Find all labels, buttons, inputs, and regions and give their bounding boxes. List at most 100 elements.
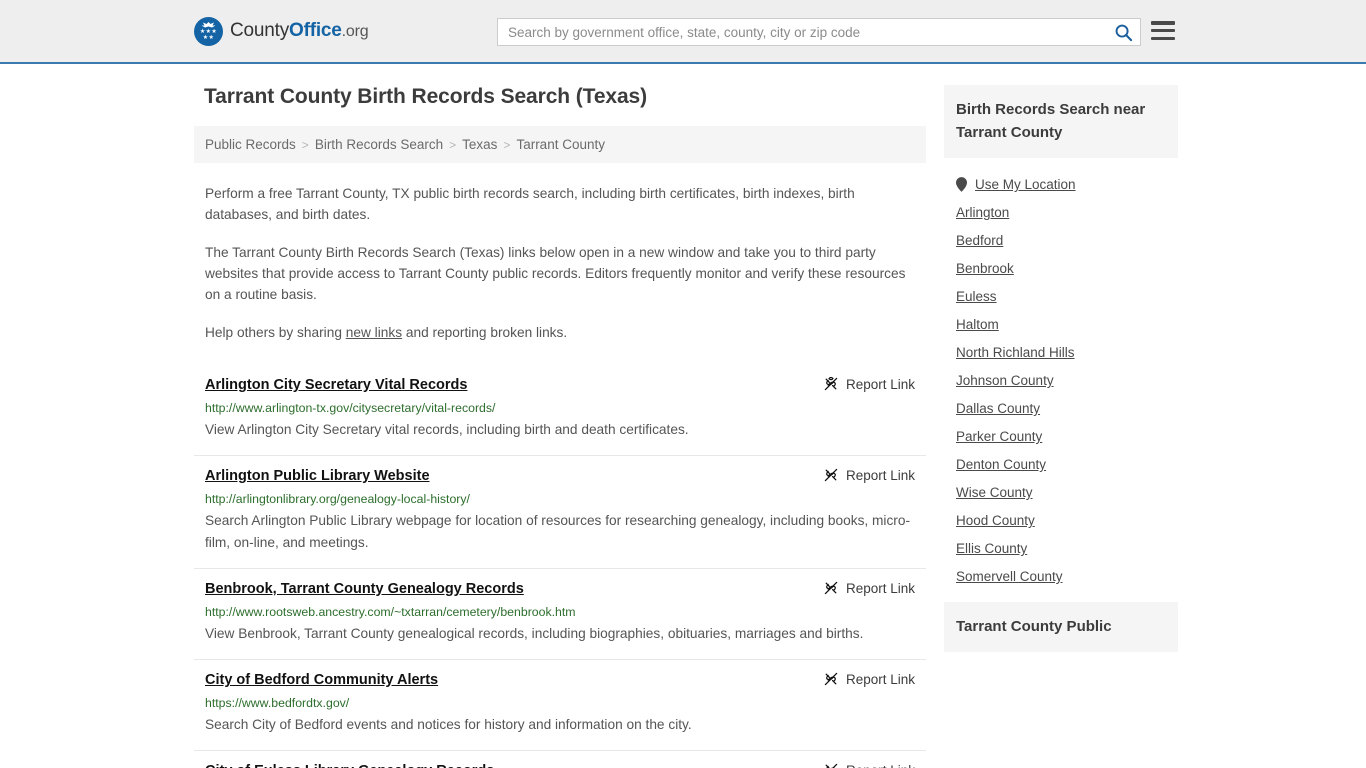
- sidebar-item-denton-county[interactable]: Denton County: [956, 444, 1166, 472]
- result-description: View Benbrook, Tarrant County genealogic…: [205, 626, 864, 641]
- result-item: Arlington City Secretary Vital Records R…: [194, 365, 926, 455]
- sidebar-item-wise-county[interactable]: Wise County: [956, 472, 1166, 500]
- sidebar-link-label[interactable]: Dallas County: [956, 401, 1040, 416]
- sidebar-item-bedford[interactable]: Bedford: [956, 220, 1166, 248]
- result-title-link[interactable]: Arlington Public Library Website: [205, 466, 430, 486]
- sidebar-item-dallas-county[interactable]: Dallas County: [956, 388, 1166, 416]
- sidebar-link-list: Use My Location Arlington Bedford Benbro…: [944, 158, 1178, 584]
- intro-text: Perform a free Tarrant County, TX public…: [194, 183, 926, 343]
- hamburger-bar-2: [1151, 28, 1175, 33]
- sidebar-item-north-richland-hills[interactable]: North Richland Hills: [956, 332, 1166, 360]
- result-title-link[interactable]: Arlington City Secretary Vital Records: [205, 375, 467, 395]
- report-link-button[interactable]: Report Link: [823, 466, 915, 483]
- brand-part-org: .org: [341, 23, 369, 40]
- result-url[interactable]: https://www.bedfordtx.gov/: [205, 695, 915, 711]
- hamburger-bar-3: [1151, 36, 1175, 40]
- report-link-button[interactable]: Report Link: [823, 670, 915, 687]
- result-description: View Arlington City Secretary vital reco…: [205, 422, 689, 437]
- logo-stars-2: ★★: [202, 35, 215, 41]
- sidebar-box-nearby: Birth Records Search near Tarrant County…: [944, 85, 1178, 584]
- breadcrumb-item-texas[interactable]: Texas: [462, 137, 497, 152]
- report-link-label: Report Link: [846, 763, 915, 768]
- result-item: City of Bedford Community Alerts Report …: [194, 659, 926, 750]
- search-input[interactable]: [498, 19, 1106, 45]
- result-url[interactable]: http://www.rootsweb.ancestry.com/~txtarr…: [205, 604, 915, 620]
- sidebar-link-label[interactable]: Arlington: [956, 205, 1009, 220]
- sidebar-item-haltom[interactable]: Haltom: [956, 304, 1166, 332]
- broken-link-icon: [824, 672, 838, 686]
- new-links-link[interactable]: new links: [346, 325, 402, 340]
- result-description: Search City of Bedford events and notice…: [205, 717, 692, 732]
- hamburger-menu-icon[interactable]: [1151, 21, 1175, 40]
- sidebar-link-label[interactable]: Wise County: [956, 485, 1033, 500]
- brand-part-office: Office: [289, 20, 342, 41]
- sidebar-link-label[interactable]: Johnson County: [956, 373, 1054, 388]
- brand-wordmark: CountyOffice.org: [230, 20, 369, 42]
- hamburger-bar-1: [1151, 21, 1175, 25]
- result-item: Benbrook, Tarrant County Genealogy Recor…: [194, 568, 926, 659]
- result-url[interactable]: http://arlingtonlibrary.org/genealogy-lo…: [205, 491, 915, 507]
- sidebar-link-label[interactable]: Bedford: [956, 233, 1003, 248]
- search-bar[interactable]: [497, 18, 1141, 46]
- sidebar-link-label[interactable]: Euless: [956, 289, 997, 304]
- intro-paragraph-2: The Tarrant County Birth Records Search …: [205, 245, 906, 302]
- breadcrumb-separator: >: [503, 137, 511, 152]
- sidebar-link-label[interactable]: Hood County: [956, 513, 1035, 528]
- sidebar-item-ellis-county[interactable]: Ellis County: [956, 528, 1166, 556]
- report-link-button[interactable]: Report Link: [823, 761, 915, 768]
- search-icon: [1115, 24, 1132, 41]
- sidebar-link-label[interactable]: North Richland Hills: [956, 345, 1075, 360]
- sidebar-item-johnson-county[interactable]: Johnson County: [956, 360, 1166, 388]
- sidebar-link-label[interactable]: Denton County: [956, 457, 1046, 472]
- broken-link-icon: [825, 763, 838, 768]
- result-header: Benbrook, Tarrant County Genealogy Recor…: [205, 579, 915, 599]
- result-header: City of Bedford Community Alerts Report …: [205, 670, 915, 690]
- broken-link-icon: [824, 468, 838, 482]
- sidebar-link-label[interactable]: Somervell County: [956, 569, 1063, 584]
- broken-link-icon: [824, 376, 838, 391]
- sidebar-box-title: Birth Records Search near Tarrant County: [944, 85, 1178, 158]
- results-list: Arlington City Secretary Vital Records R…: [194, 365, 926, 768]
- report-link-button[interactable]: Report Link: [823, 579, 915, 596]
- intro-paragraph-3: Help others by sharing new links and rep…: [205, 322, 915, 343]
- report-link-label: Report Link: [845, 467, 915, 483]
- breadcrumb-item-birth-records-search[interactable]: Birth Records Search: [315, 137, 443, 152]
- sidebar-box-public-records: Tarrant County Public: [944, 602, 1178, 652]
- breadcrumb-separator: >: [449, 137, 457, 152]
- result-url[interactable]: http://www.arlington-tx.gov/citysecretar…: [205, 400, 915, 416]
- result-title-link[interactable]: City of Euless Library Genealogy Records: [205, 761, 494, 768]
- sidebar-item-euless[interactable]: Euless: [956, 276, 1166, 304]
- result-description: Search Arlington Public Library webpage …: [205, 513, 911, 550]
- result-item: Arlington Public Library Website Report …: [194, 455, 926, 568]
- sidebar-link-label[interactable]: Benbrook: [956, 261, 1014, 276]
- intro-p3-after: and reporting broken links.: [402, 325, 568, 340]
- breadcrumb: Public Records > Birth Records Search > …: [194, 126, 926, 163]
- sidebar-item-parker-county[interactable]: Parker County: [956, 416, 1166, 444]
- search-button[interactable]: [1106, 19, 1140, 45]
- sidebar-item-benbrook[interactable]: Benbrook: [956, 248, 1166, 276]
- use-my-location-link[interactable]: Use My Location: [975, 177, 1076, 192]
- result-header: Arlington Public Library Website Report …: [205, 466, 915, 486]
- result-header: City of Euless Library Genealogy Records…: [205, 761, 915, 768]
- breadcrumb-item-public-records[interactable]: Public Records: [205, 137, 296, 152]
- broken-link-icon: [824, 581, 838, 595]
- sidebar-item-hood-county[interactable]: Hood County: [956, 500, 1166, 528]
- sidebar-item-somervell-county[interactable]: Somervell County: [956, 556, 1166, 584]
- breadcrumb-item-tarrant-county[interactable]: Tarrant County: [516, 137, 605, 152]
- page-title: Tarrant County Birth Records Search (Tex…: [204, 85, 648, 108]
- main-content: Tarrant County Birth Records Search (Tex…: [194, 85, 926, 768]
- report-link-label: Report Link: [845, 580, 915, 596]
- result-item: City of Euless Library Genealogy Records…: [194, 750, 926, 768]
- site-logo-link[interactable]: ★★★ ★★ CountyOffice.org: [194, 16, 369, 46]
- sidebar-link-label[interactable]: Ellis County: [956, 541, 1027, 556]
- result-title-link[interactable]: City of Bedford Community Alerts: [205, 670, 438, 690]
- sidebar-item-use-my-location[interactable]: Use My Location: [956, 158, 1166, 192]
- sidebar-item-arlington[interactable]: Arlington: [956, 192, 1166, 220]
- result-title-link[interactable]: Benbrook, Tarrant County Genealogy Recor…: [205, 579, 524, 599]
- sidebar-link-label[interactable]: Parker County: [956, 429, 1042, 444]
- brand-part-county: County: [230, 20, 290, 41]
- intro-paragraph-1: Perform a free Tarrant County, TX public…: [205, 186, 855, 222]
- report-link-button[interactable]: Report Link: [823, 375, 915, 392]
- site-header: ★★★ ★★ CountyOffice.org: [0, 0, 1366, 64]
- sidebar-link-label[interactable]: Haltom: [956, 317, 999, 332]
